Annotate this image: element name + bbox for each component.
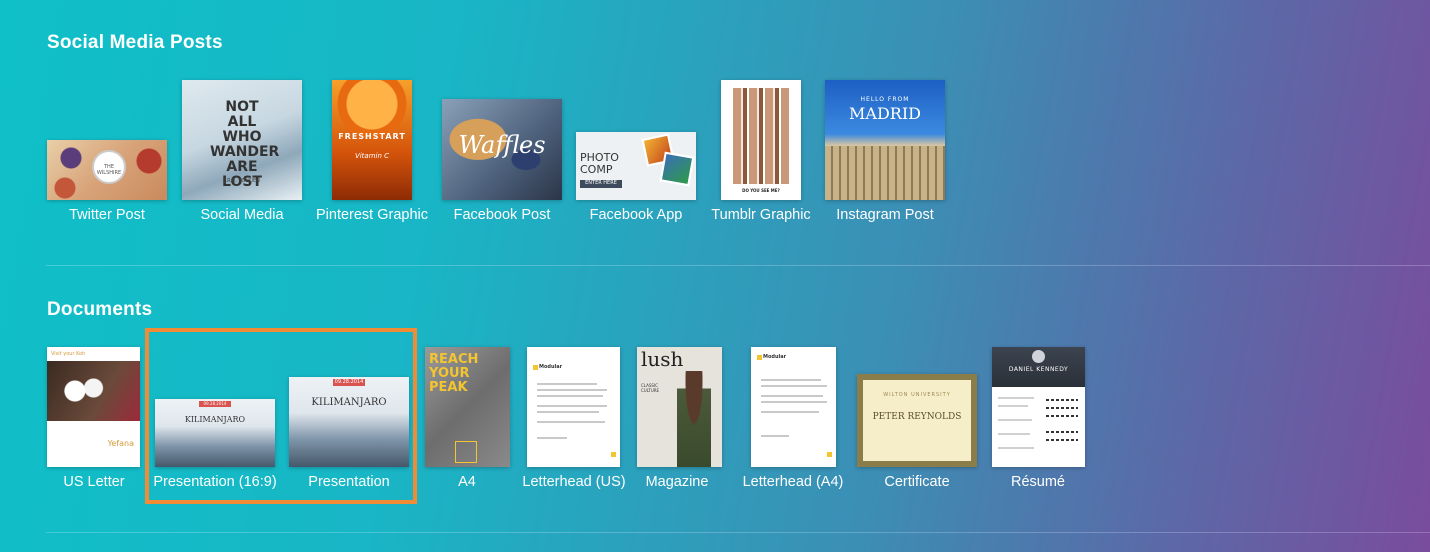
skill-bar	[1046, 431, 1078, 433]
thumbnail-social-media[interactable]: NOT ALL WHO WANDER ARE LOST J.R.R. TOLKI…	[182, 80, 302, 200]
thumb-cover-line: CLASSIC CULTURE	[641, 383, 660, 393]
thumbnail-letterhead-us[interactable]: Modular	[527, 347, 620, 467]
photo-2	[659, 151, 695, 187]
text-line	[761, 435, 789, 437]
text-line	[761, 379, 821, 381]
thumb-brand: Yefana	[107, 439, 134, 448]
thumb-script: Vitamin C	[354, 152, 390, 160]
tile-label[interactable]: Certificate	[884, 474, 949, 490]
section-title-documents: Documents	[47, 299, 153, 320]
thumb-name: DANIEL KENNEDY	[1008, 366, 1069, 373]
thumb-recipient: PETER REYNOLDS	[872, 412, 962, 422]
tile-label[interactable]: Twitter Post	[69, 207, 145, 223]
thumbnail-a4[interactable]: REACH YOUR PEAK	[425, 347, 510, 467]
text-line	[998, 405, 1028, 407]
text-line	[761, 385, 827, 387]
text-line	[998, 397, 1034, 399]
text-line	[998, 433, 1030, 435]
text-line	[537, 383, 597, 385]
thumbnail-twitter-post[interactable]: THE WILSHIRE	[47, 140, 167, 200]
tile-label[interactable]: Pinterest Graphic	[316, 207, 428, 223]
thumbnail-magazine[interactable]: lush CLASSIC CULTURE	[637, 347, 722, 467]
thumb-caption: DO YOU SEE ME?	[742, 188, 780, 193]
text-line	[537, 405, 607, 407]
tile-label[interactable]: Letterhead (US)	[522, 474, 625, 490]
thumb-button-text: ENTER HERE	[585, 180, 617, 186]
text-line	[761, 411, 819, 413]
thumb-masthead: lush	[641, 347, 684, 371]
brand-mark	[533, 365, 538, 370]
palace-facade	[825, 146, 945, 200]
skill-bar	[1046, 415, 1078, 417]
tile-label[interactable]: Social Media	[200, 207, 283, 223]
section-title-social-media-posts: Social Media Posts	[47, 32, 223, 53]
footer-mark	[827, 452, 832, 457]
skill-bar	[1046, 399, 1078, 401]
thumbnail-certificate[interactable]: WILTON UNIVERSITY PETER REYNOLDS	[857, 374, 977, 467]
text-line	[537, 395, 603, 397]
tile-label[interactable]: Tumblr Graphic	[711, 207, 810, 223]
thumb-tagline: Visit your Koh	[51, 351, 86, 357]
tile-label[interactable]: Résumé	[1011, 474, 1065, 490]
thumb-script-text: Waffles	[458, 131, 546, 159]
thumb-headline: FRESHSTART	[338, 132, 406, 141]
thumbnail-letterhead-a4[interactable]: Modular	[751, 347, 836, 467]
text-line	[761, 395, 823, 397]
thumb-brand: Modular	[763, 354, 787, 360]
thumb-caption: J.R.R. TOLKIEN	[224, 178, 260, 184]
text-line	[537, 437, 567, 439]
logo-box	[455, 441, 477, 463]
text-line	[998, 447, 1034, 449]
text-line	[998, 419, 1032, 421]
thumbnail-instagram-post[interactable]: HELLO FROM MADRID	[825, 80, 945, 200]
text-line	[761, 401, 827, 403]
section-divider	[46, 532, 1430, 533]
thumb-headline: PHOTO COMP	[580, 151, 619, 176]
thumb-issuer: WILTON UNIVERSITY	[883, 392, 951, 398]
tile-label[interactable]: Magazine	[646, 474, 709, 490]
selection-highlight	[145, 328, 417, 504]
model-figure	[677, 371, 711, 467]
thumb-headline: NOT ALL WHO WANDER ARE LOST	[210, 99, 280, 190]
tile-label[interactable]: A4	[458, 474, 476, 490]
text-line	[537, 389, 607, 391]
thumb-text: THE WILSHIRE	[96, 164, 122, 176]
flower-photo	[47, 361, 140, 421]
thumbnail-facebook-app[interactable]: PHOTO COMP ENTER HERE	[576, 132, 696, 200]
tile-label[interactable]: Facebook Post	[454, 207, 551, 223]
skill-bar	[1046, 439, 1078, 441]
portrait-strip	[733, 88, 789, 184]
tile-label[interactable]: US Letter	[63, 474, 124, 490]
thumbnail-pinterest-graphic[interactable]: FRESHSTART Vitamin C	[332, 80, 412, 200]
thumb-headline: REACH YOUR PEAK	[429, 352, 479, 395]
footer-mark	[611, 452, 616, 457]
section-divider	[46, 265, 1430, 266]
skill-bar	[1046, 407, 1078, 409]
text-line	[537, 421, 605, 423]
brand-mark	[757, 355, 762, 360]
text-line	[537, 411, 599, 413]
tile-label[interactable]: Instagram Post	[836, 207, 934, 223]
thumbnail-us-letter[interactable]: Visit your Koh Yefana	[47, 347, 140, 467]
thumbnail-tumblr-graphic[interactable]: DO YOU SEE ME?	[721, 80, 801, 200]
tile-label[interactable]: Letterhead (A4)	[743, 474, 844, 490]
thumb-headline: MADRID	[849, 104, 921, 123]
avatar	[1032, 350, 1045, 363]
thumb-subtitle: HELLO FROM	[860, 96, 910, 103]
thumbnail-resume[interactable]: DANIEL KENNEDY	[992, 347, 1085, 467]
thumbnail-facebook-post[interactable]: Waffles	[442, 99, 562, 200]
thumb-brand: Modular	[539, 364, 563, 370]
tile-label[interactable]: Facebook App	[590, 207, 683, 223]
